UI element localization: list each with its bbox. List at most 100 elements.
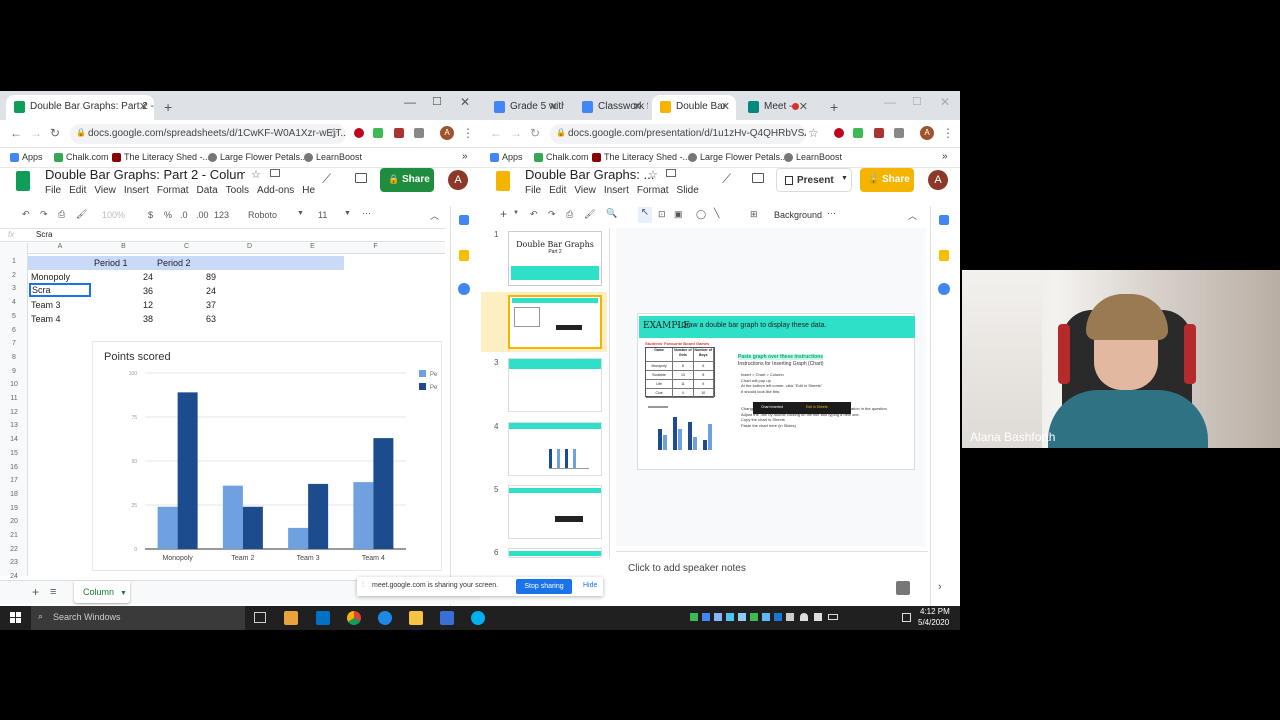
extension-icon[interactable] — [373, 128, 383, 138]
row-number[interactable]: 9 — [0, 368, 28, 375]
account-avatar[interactable]: A — [928, 170, 948, 190]
stop-sharing-button[interactable]: Stop sharing — [516, 579, 572, 594]
present-dropdown-icon[interactable]: ▼ — [841, 175, 848, 182]
slide-thumb-4[interactable] — [508, 422, 602, 476]
menu-insert[interactable]: Insert — [604, 185, 629, 196]
doc-title[interactable]: Double Bar Graphs: ... — [525, 167, 654, 182]
menu-edit[interactable]: Edit — [549, 185, 566, 196]
menu-view[interactable]: View — [574, 185, 596, 196]
undo-icon[interactable]: ↶ — [22, 209, 30, 220]
taskbar-search[interactable]: ⌕ Search Windows — [31, 606, 245, 630]
close-tab-icon[interactable]: ✕ — [721, 100, 730, 113]
maximize-icon[interactable]: ☐ — [432, 95, 442, 108]
slide-thumb-2[interactable] — [508, 295, 602, 349]
menu-edit[interactable]: Edit — [69, 185, 86, 196]
share-button[interactable]: 🔒 Share — [380, 168, 434, 192]
more-tools-icon[interactable]: ⋯ — [827, 208, 836, 219]
cell-b3[interactable]: 36 — [130, 286, 153, 296]
tray-icon[interactable] — [738, 613, 746, 621]
cell-c4[interactable]: 37 — [193, 300, 216, 310]
slide-thumb-3[interactable] — [508, 358, 602, 412]
slide-thumb-1[interactable]: Double Bar Graphs Part 2 — [508, 231, 602, 286]
close-window-icon[interactable]: ✕ — [460, 95, 470, 109]
line-icon[interactable]: ╲ — [714, 208, 719, 219]
comment-add-icon[interactable]: ⊞ — [750, 209, 758, 220]
account-avatar[interactable]: A — [448, 170, 468, 190]
reload-icon[interactable]: ↻ — [530, 126, 540, 140]
menu-tools[interactable]: Tools — [226, 185, 249, 196]
shape-icon[interactable]: ◯ — [696, 209, 706, 220]
row-number[interactable]: 4 — [0, 299, 28, 306]
column-d[interactable]: D — [218, 243, 281, 253]
tray-icon[interactable] — [762, 613, 770, 621]
column-f[interactable]: F — [344, 243, 407, 253]
row-number[interactable]: 3 — [0, 285, 28, 292]
cell-b1[interactable]: Period 1 — [94, 258, 128, 268]
all-sheets-icon[interactable]: ≡ — [50, 586, 56, 598]
cell-a5[interactable]: Team 4 — [31, 314, 61, 324]
star-icon[interactable]: ☆ — [808, 126, 819, 140]
media-app-icon[interactable] — [284, 611, 298, 625]
menu-help[interactable]: He — [302, 185, 315, 196]
extension-icon[interactable] — [414, 128, 424, 138]
speaker-notes[interactable]: Click to add speaker notes — [616, 551, 928, 597]
bookmark[interactable]: LearnBoost — [784, 152, 842, 162]
bookmark-apps[interactable]: Apps — [490, 152, 523, 162]
row-number[interactable]: 13 — [0, 422, 28, 429]
sheet-tab-column[interactable]: Column ▼ — [74, 581, 130, 603]
cell-a4[interactable]: Team 3 — [31, 300, 61, 310]
row-number[interactable]: 21 — [0, 532, 28, 539]
font-select[interactable]: Roboto — [248, 210, 277, 220]
minimize-icon[interactable]: — — [884, 95, 896, 109]
hide-button[interactable]: Hide — [583, 582, 597, 589]
tab-classwork[interactable]: Classwork fo✕ — [574, 95, 648, 120]
formula-input[interactable]: Scra — [36, 230, 52, 239]
cell-a2[interactable]: Monopoly — [31, 272, 70, 282]
collapse-toolbar-icon[interactable]: ︿ — [908, 209, 917, 222]
task-view-icon[interactable] — [254, 612, 266, 623]
row-number[interactable]: 22 — [0, 546, 28, 553]
tab-slides[interactable]: Double Bar ✕ — [652, 95, 736, 120]
tray-icon[interactable] — [750, 613, 758, 621]
redo-icon[interactable]: ↷ — [40, 209, 48, 220]
tray-icon[interactable] — [774, 613, 782, 621]
explore-icon[interactable] — [896, 581, 910, 595]
menu-format[interactable]: Format — [637, 185, 669, 196]
cell-c5[interactable]: 63 — [193, 314, 216, 324]
bookmark[interactable]: The Literacy Shed -... — [112, 152, 210, 162]
bookmark[interactable]: Large Flower Petals... — [688, 152, 788, 162]
close-tab-icon[interactable]: ✕ — [633, 100, 642, 113]
zoom-select[interactable]: 100% — [102, 210, 125, 220]
bar[interactable] — [242, 506, 263, 549]
row-number[interactable]: 6 — [0, 327, 28, 334]
url-field[interactable]: 🔒 docs.google.com/presentation/d/1u1zHv-… — [550, 124, 806, 144]
redo-icon[interactable]: ↷ — [548, 209, 556, 220]
tray-icon[interactable] — [786, 613, 794, 621]
edge-icon[interactable] — [378, 611, 392, 625]
new-slide-icon[interactable]: + — [500, 207, 507, 221]
activity-icon[interactable]: ⟋ — [322, 171, 331, 187]
maximize-icon[interactable]: ☐ — [912, 95, 922, 108]
extension-icon[interactable] — [874, 128, 884, 138]
column-c[interactable]: C — [155, 243, 218, 253]
add-sheet-icon[interactable]: + — [32, 585, 39, 599]
column-b[interactable]: B — [92, 243, 155, 253]
clock-time[interactable]: 4:12 PM — [920, 607, 950, 616]
forward-icon[interactable]: → — [30, 126, 42, 140]
more-menu-icon[interactable]: ⋮ — [942, 126, 954, 140]
menu-slide[interactable]: Slide — [677, 185, 699, 196]
next-icon[interactable]: › — [938, 581, 942, 593]
percent-button[interactable]: % — [164, 210, 172, 220]
move-folder-icon[interactable] — [270, 169, 280, 177]
slide-thumb-6[interactable] — [508, 548, 602, 558]
row-number[interactable]: 5 — [0, 313, 28, 320]
profile-avatar[interactable]: A — [440, 126, 454, 140]
menu-file[interactable]: File — [45, 185, 61, 196]
size-dropdown-icon[interactable]: ▼ — [344, 210, 351, 217]
paint-format-icon[interactable]: 🖌 — [584, 209, 595, 220]
row-number[interactable]: 17 — [0, 477, 28, 484]
participant-video[interactable]: Alana Bashforth — [962, 270, 1280, 448]
share-button[interactable]: 🔒 Share — [860, 168, 914, 192]
text-box-icon[interactable]: ⊡ — [658, 209, 666, 220]
collapse-toolbar-icon[interactable]: ︿ — [430, 209, 439, 222]
